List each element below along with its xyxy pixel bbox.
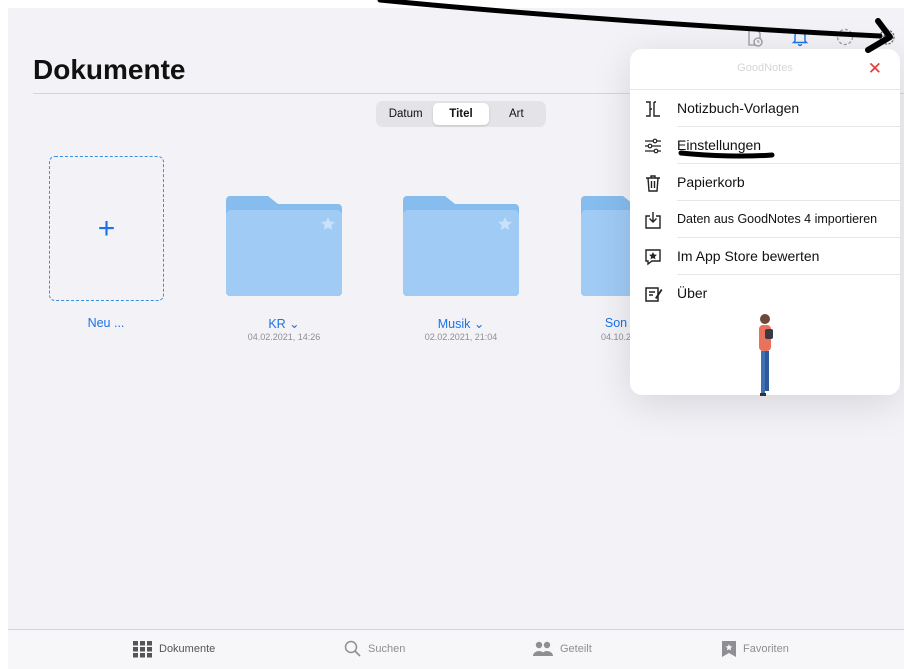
annotation-underline xyxy=(678,150,775,159)
annotation-arrow-line xyxy=(377,0,883,39)
annotation-overlay xyxy=(377,0,893,159)
